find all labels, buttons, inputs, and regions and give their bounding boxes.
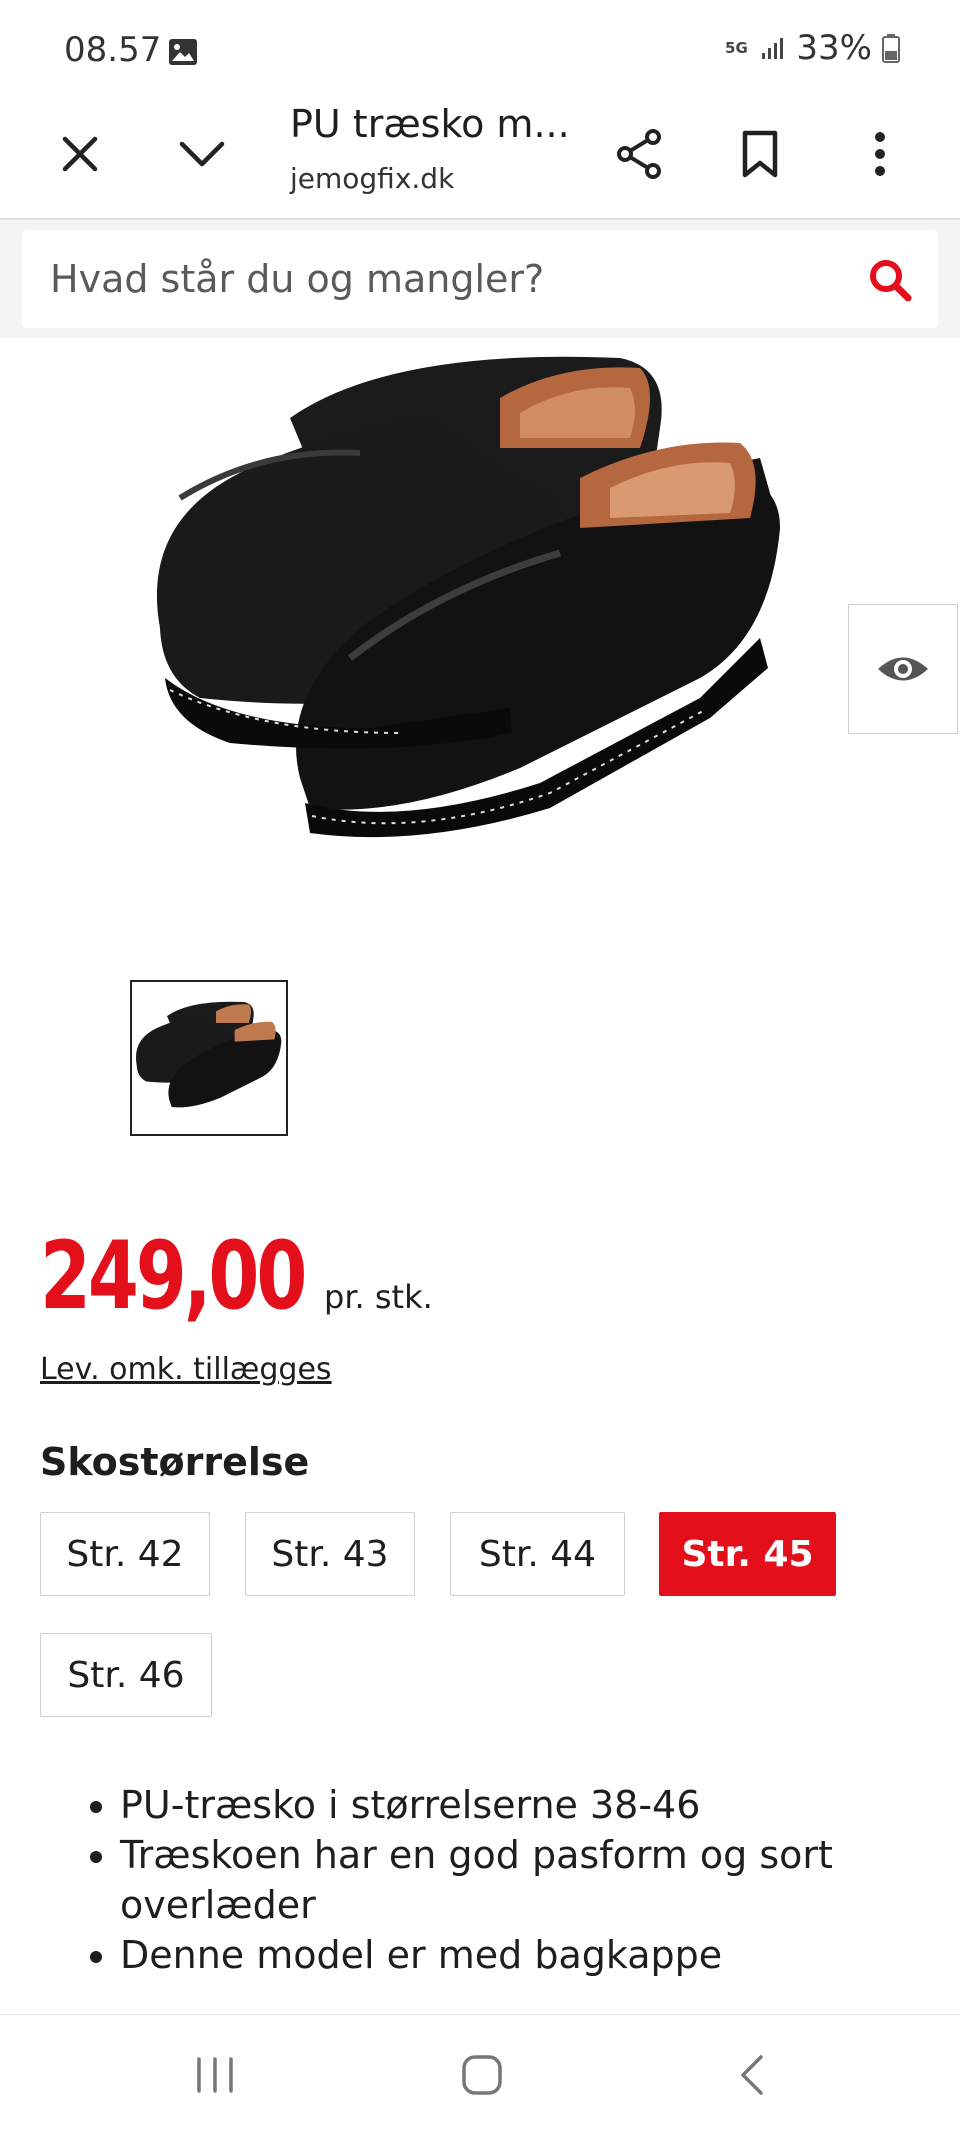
shipping-cost-link[interactable]: Lev. omk. tillægges xyxy=(40,1352,332,1387)
home-icon xyxy=(462,2055,502,2095)
size-option-46[interactable]: Str. 46 xyxy=(40,1633,212,1717)
more-vert-icon xyxy=(875,132,885,176)
product-price: 249,00 xyxy=(40,1222,307,1331)
search-input[interactable] xyxy=(50,254,830,304)
share-icon xyxy=(617,129,661,179)
image-icon xyxy=(169,39,197,65)
status-bar: 08.57 5G 33% xyxy=(0,0,960,90)
price-unit: pr. stk. xyxy=(324,1278,433,1316)
system-nav-bar xyxy=(0,2014,960,2134)
product-thumbnail[interactable] xyxy=(130,980,288,1136)
search-box xyxy=(22,230,938,328)
browser-toolbar: PU træsko m... jemogfix.dk xyxy=(0,90,960,220)
more-options-button[interactable] xyxy=(848,122,912,186)
recent-apps-button[interactable] xyxy=(185,2045,245,2105)
home-button[interactable] xyxy=(452,2045,512,2105)
search-icon[interactable] xyxy=(866,256,914,304)
quick-view-button[interactable] xyxy=(848,604,958,734)
bookmark-icon xyxy=(742,130,778,178)
page-title: PU træsko m... xyxy=(290,102,570,146)
chevron-down-icon xyxy=(179,141,225,167)
battery-icon xyxy=(882,34,900,63)
status-time: 08.57 xyxy=(64,30,162,70)
size-option-45[interactable]: Str. 45 xyxy=(659,1512,836,1596)
search-bar-area xyxy=(0,220,960,338)
page-domain: jemogfix.dk xyxy=(290,162,455,195)
bookmark-button[interactable] xyxy=(728,122,792,186)
feature-item: Denne model er med bagkappe xyxy=(120,1930,960,1980)
eye-icon xyxy=(878,657,928,681)
status-indicators: 5G 33% xyxy=(722,28,900,68)
feature-item: Træskoen har en god pasform og sort over… xyxy=(120,1830,960,1930)
feature-item: PU-træsko i størrelserne 38-46 xyxy=(120,1780,960,1830)
network-badge: 5G xyxy=(725,39,748,57)
close-tab-button[interactable] xyxy=(48,122,112,186)
recent-apps-icon xyxy=(197,2057,233,2093)
thumbnail-image xyxy=(135,1001,282,1108)
feature-list: PU-træsko i størrelserne 38-46 Træskoen … xyxy=(80,1780,960,1980)
size-option-43[interactable]: Str. 43 xyxy=(245,1512,415,1596)
close-icon xyxy=(62,136,98,172)
back-icon xyxy=(741,2055,763,2095)
size-option-44[interactable]: Str. 44 xyxy=(450,1512,625,1596)
battery-percent: 33% xyxy=(796,28,872,68)
share-button[interactable] xyxy=(608,122,672,186)
size-option-42[interactable]: Str. 42 xyxy=(40,1512,210,1596)
size-heading: Skostørrelse xyxy=(40,1440,310,1484)
signal-icon xyxy=(762,38,784,59)
product-image[interactable] xyxy=(140,338,800,858)
minimize-button[interactable] xyxy=(170,122,234,186)
back-button[interactable] xyxy=(722,2045,782,2105)
